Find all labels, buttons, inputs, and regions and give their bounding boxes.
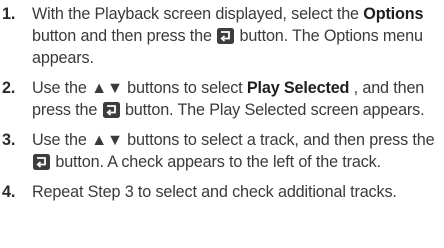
step-text: With the Playback screen displayed, sele… (32, 5, 364, 23)
instruction-steps: 1. With the Playback screen displayed, s… (0, 3, 444, 203)
step-text: button. A check appears to the left of t… (51, 153, 381, 171)
enter-button-icon (33, 154, 50, 170)
instruction-page: 1. With the Playback screen displayed, s… (0, 0, 444, 248)
step-3: 3. Use the ▲▼ buttons to select a track,… (0, 129, 444, 173)
step-number: 3. (2, 131, 16, 149)
step-text: button. The Play Selected screen appears… (120, 101, 425, 119)
enter-button-icon (217, 28, 235, 44)
step-number: 2. (2, 79, 16, 97)
enter-button-icon (102, 102, 120, 118)
step-text: button and then press the (32, 27, 217, 45)
step-4: 4. Repeat Step 3 to select and check add… (0, 181, 444, 203)
step-text: Use the ▲▼ buttons to select (32, 79, 247, 97)
step-1: 1. With the Playback screen displayed, s… (0, 3, 444, 69)
options-button-label: Options (363, 5, 424, 23)
play-selected-label: Play Selected (246, 79, 350, 97)
step-text: Use the ▲▼ buttons to select a track, an… (32, 131, 435, 149)
step-number: 1. (2, 5, 16, 23)
step-text: Repeat Step 3 to select and check additi… (32, 183, 397, 201)
step-2: 2. Use the ▲▼ buttons to select Play Sel… (0, 77, 444, 121)
step-number: 4. (2, 183, 16, 201)
